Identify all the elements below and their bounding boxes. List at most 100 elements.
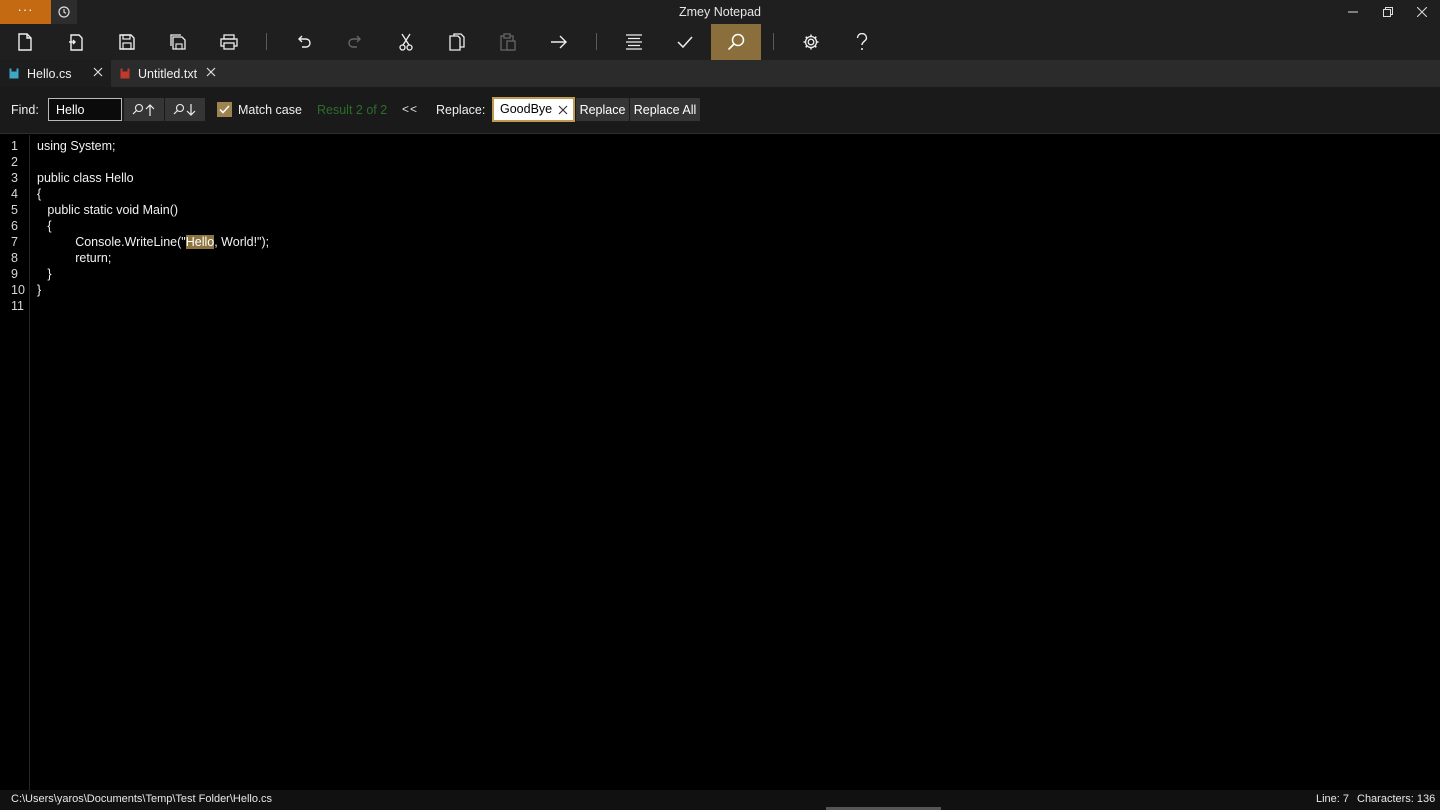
code-line: } xyxy=(37,267,52,281)
title-bar: ··· Zmey Notepad xyxy=(0,0,1440,24)
line-number: 2 xyxy=(11,155,18,169)
undo-icon xyxy=(298,35,311,48)
restore-button[interactable] xyxy=(1371,0,1405,24)
code-line: public static void Main() xyxy=(37,203,179,217)
find-input[interactable] xyxy=(48,98,122,121)
close-icon[interactable] xyxy=(206,67,216,77)
replace-button[interactable]: Replace xyxy=(576,98,629,121)
collapse-replace-button[interactable]: << xyxy=(398,98,422,121)
line-number: 8 xyxy=(11,251,18,265)
find-next-button[interactable] xyxy=(165,98,205,121)
line-number: 7 xyxy=(11,235,18,249)
settings-button[interactable] xyxy=(786,24,836,60)
search-down-icon xyxy=(173,103,196,116)
line-number: 3 xyxy=(11,171,18,185)
paste-icon xyxy=(500,33,516,51)
toolbar-separator xyxy=(266,33,267,50)
code-line: Console.WriteLine("Hello, World!"); xyxy=(37,234,269,250)
open-file-button[interactable] xyxy=(51,24,101,60)
save-button[interactable] xyxy=(102,24,152,60)
code-line: public class Hello xyxy=(37,171,134,185)
cut-icon xyxy=(399,33,413,51)
close-icon[interactable] xyxy=(93,67,103,77)
save-as-button[interactable] xyxy=(153,24,203,60)
code-line: } xyxy=(37,283,42,297)
line-number: 5 xyxy=(11,203,18,217)
line-number: 4 xyxy=(11,187,18,201)
code-segment: , World!"); xyxy=(214,235,270,249)
check-button[interactable] xyxy=(660,24,710,60)
close-window-button[interactable] xyxy=(1405,0,1439,24)
print-icon xyxy=(220,34,238,50)
file-icon xyxy=(9,68,19,79)
replace-label: Replace: xyxy=(436,103,486,117)
app-menu-button[interactable]: ··· xyxy=(0,0,51,24)
status-bar: C:\Users\yaros\Documents\Temp\Test Folde… xyxy=(0,790,1440,810)
align-icon xyxy=(626,34,642,50)
find-replace-bar: Find: Match case Result 2 of 2 << Replac… xyxy=(0,87,1440,134)
match-case-checkbox[interactable] xyxy=(217,102,232,117)
line-number: 1 xyxy=(11,139,18,153)
go-to-button[interactable] xyxy=(534,24,584,60)
tab-hello-cs[interactable]: Hello.cs xyxy=(0,60,111,87)
arrow-right-icon xyxy=(551,35,567,49)
minimize-icon xyxy=(1348,11,1358,13)
toolbar-separator xyxy=(596,33,597,50)
paste-button[interactable] xyxy=(483,24,533,60)
line-number: 10 xyxy=(11,283,25,297)
help-button[interactable] xyxy=(837,24,887,60)
search-up-icon xyxy=(132,103,155,116)
file-icon xyxy=(120,68,130,79)
file-path: C:\Users\yaros\Documents\Temp\Test Folde… xyxy=(11,793,273,805)
line-number: 11 xyxy=(11,299,24,313)
redo-button[interactable] xyxy=(330,24,380,60)
match-case-label: Match case xyxy=(238,103,302,117)
copy-button[interactable] xyxy=(432,24,482,60)
code-editor[interactable]: 1 2 3 4 5 6 7 8 9 10 11 using System; pu… xyxy=(0,135,1440,790)
new-file-button[interactable] xyxy=(0,24,50,60)
tab-label: Hello.cs xyxy=(27,66,72,81)
minimize-button[interactable] xyxy=(1336,0,1370,24)
code-line: using System; xyxy=(37,139,116,153)
find-label: Find: xyxy=(11,103,39,117)
save-as-icon xyxy=(170,34,186,50)
cut-button[interactable] xyxy=(381,24,431,60)
find-button[interactable] xyxy=(711,24,761,60)
new-file-icon xyxy=(18,33,32,51)
check-icon xyxy=(677,36,693,48)
clear-icon[interactable] xyxy=(556,102,570,117)
tab-label: Untitled.txt xyxy=(138,66,198,81)
line-indicator: Line: 7 xyxy=(1316,793,1350,805)
clock-icon xyxy=(58,6,70,18)
print-button[interactable] xyxy=(204,24,254,60)
history-button[interactable] xyxy=(51,0,77,24)
format-button[interactable] xyxy=(609,24,659,60)
toolbar-separator xyxy=(773,33,774,50)
line-number: 9 xyxy=(11,267,18,281)
replace-input[interactable] xyxy=(500,102,554,116)
checkmark-icon xyxy=(219,105,230,114)
copy-icon xyxy=(449,33,465,51)
save-icon xyxy=(119,34,135,50)
toolbar xyxy=(0,24,1440,60)
search-icon xyxy=(727,33,745,51)
line-number: 6 xyxy=(11,219,18,233)
code-line: return; xyxy=(37,251,112,265)
help-icon xyxy=(856,33,868,50)
tab-bar: Hello.cs Untitled.txt xyxy=(0,60,1440,87)
find-previous-button[interactable] xyxy=(124,98,164,121)
search-result-count: Result 2 of 2 xyxy=(317,103,388,117)
tab-untitled-txt[interactable]: Untitled.txt xyxy=(111,60,224,87)
gear-icon xyxy=(803,34,819,50)
restore-icon xyxy=(1383,7,1393,17)
window-title: Zmey Notepad xyxy=(679,5,761,19)
line-number-gutter: 1 2 3 4 5 6 7 8 9 10 11 xyxy=(0,135,30,790)
undo-button[interactable] xyxy=(279,24,329,60)
replace-all-button[interactable]: Replace All xyxy=(630,98,700,121)
code-line: { xyxy=(37,187,42,201)
code-segment: Console.WriteLine(" xyxy=(37,235,186,249)
open-file-icon xyxy=(69,34,83,51)
redo-icon xyxy=(348,35,361,48)
character-count: Characters: 136 xyxy=(1357,793,1436,805)
close-icon xyxy=(1417,7,1427,17)
